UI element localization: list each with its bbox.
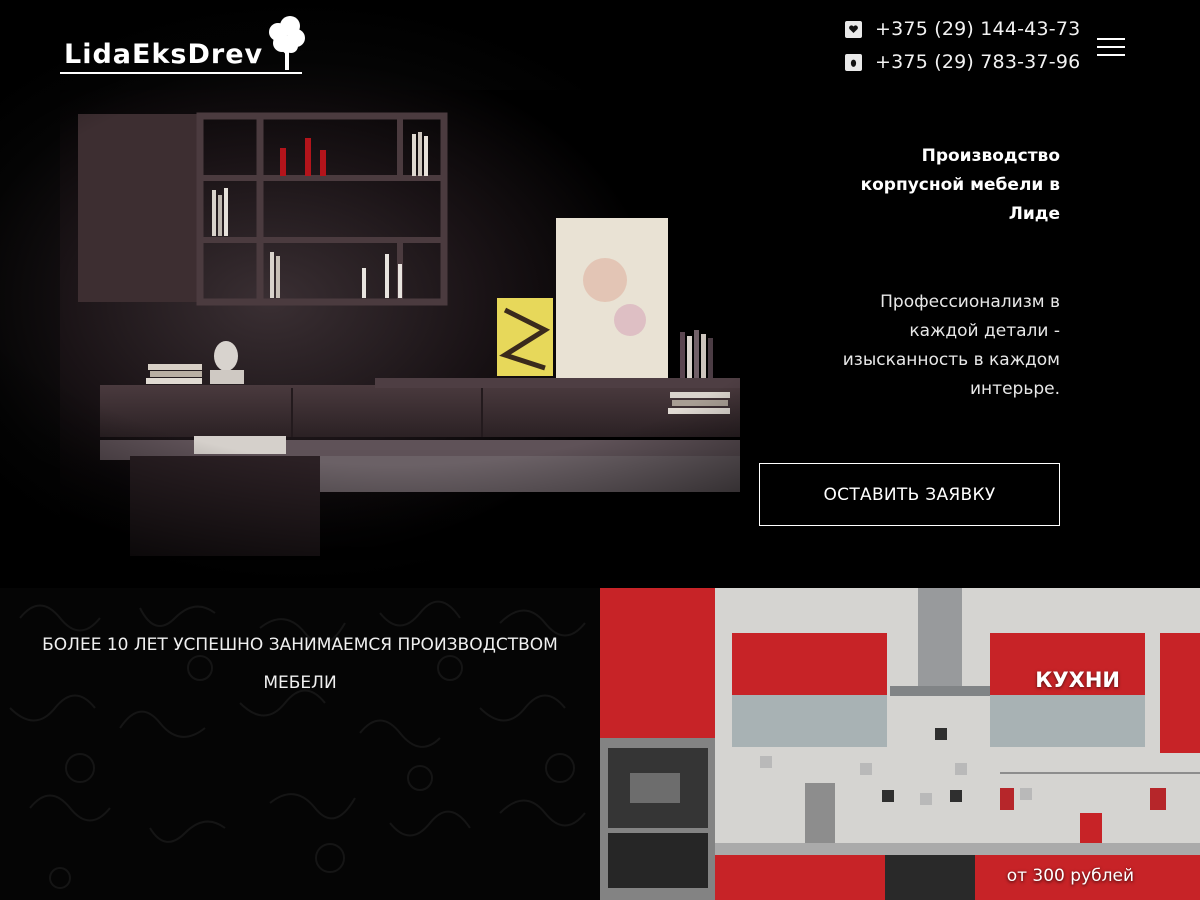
about-text: БОЛЕЕ 10 ЛЕТ УСПЕШНО ЗАНИМАЕМСЯ ПРОИЗВОД… bbox=[42, 635, 558, 693]
phone-number[interactable]: +375 (29) 783-37-96 bbox=[875, 51, 1080, 73]
phone-number[interactable]: +375 (29) 144-43-73 bbox=[875, 18, 1080, 40]
kitchen-image bbox=[600, 588, 1200, 900]
tree-icon bbox=[269, 16, 305, 70]
mts-icon bbox=[845, 53, 862, 71]
menu-line bbox=[1097, 46, 1125, 48]
catalog-item-title: КУХНИ bbox=[1035, 668, 1120, 692]
hero-title: Производство корпусной мебели в Лиде bbox=[860, 146, 1060, 224]
phone-row-viber[interactable]: +375 (29) 144-43-73 bbox=[845, 17, 1080, 41]
menu-line bbox=[1097, 54, 1125, 56]
leave-request-button[interactable]: ОСТАВИТЬ ЗАЯВКУ bbox=[759, 463, 1060, 526]
about-section: БОЛЕЕ 10 ЛЕТ УСПЕШНО ЗАНИМАЕМСЯ ПРОИЗВОД… bbox=[0, 588, 1200, 900]
hamburger-menu-icon[interactable] bbox=[1097, 38, 1125, 58]
logo-underline bbox=[60, 72, 302, 74]
hero-subtitle: Профессионализм в каждой детали - изыска… bbox=[842, 292, 1060, 399]
menu-line bbox=[1097, 38, 1125, 40]
viber-icon bbox=[845, 20, 862, 38]
catalog-item-price: от 300 рублей bbox=[1006, 866, 1134, 886]
phone-row-mts[interactable]: +375 (29) 783-37-96 bbox=[845, 50, 1080, 74]
site-logo[interactable]: LidaEksDrev bbox=[60, 16, 310, 76]
catalog-card-kitchens[interactable]: КУХНИ от 300 рублей bbox=[600, 588, 1200, 900]
logo-text: LidaEksDrev bbox=[64, 39, 264, 70]
hero-section: LidaEksDrev +375 (29) 144-43-73 +375 (29… bbox=[0, 0, 1200, 588]
